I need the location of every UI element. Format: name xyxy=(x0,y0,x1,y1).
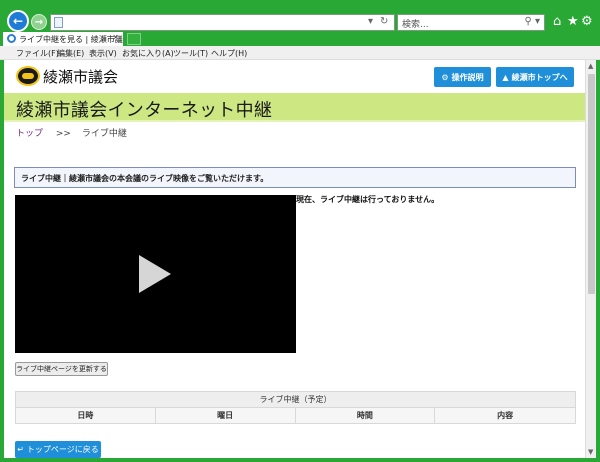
building-icon: ▲ xyxy=(502,72,509,82)
scroll-down-icon[interactable]: ▼ xyxy=(588,448,593,456)
tab-title: ライブ中継を見る | 綾瀬市議... xyxy=(19,35,123,44)
browser-tab[interactable]: ライブ中継を見る | 綾瀬市議... ✕ xyxy=(3,32,123,46)
menu-edit[interactable]: 編集(E) xyxy=(57,48,84,59)
play-icon[interactable] xyxy=(139,255,171,293)
search-placeholder: 検索... xyxy=(402,20,429,30)
live-notice-box: ライブ中継｜綾瀬市議会の本会議のライブ映像をご覧いただけます。 xyxy=(14,167,576,188)
menu-tools[interactable]: ツール(T) xyxy=(173,48,208,59)
scrollbar-thumb[interactable] xyxy=(588,74,595,294)
city-emblem-logo[interactable] xyxy=(16,66,40,86)
browser-window: ← → ▾ ↻ 検索... ⚲ ▾ ⌂ ★ ⚙ ライブ中継を見る | 綾瀬市議.… xyxy=(0,0,600,462)
column-header-weekday: 曜日 xyxy=(154,407,296,424)
scroll-up-icon[interactable]: ▲ xyxy=(588,62,593,70)
help-button-label: 操作説明 xyxy=(451,72,484,82)
page-icon xyxy=(54,17,63,28)
home-icon[interactable]: ⌂ xyxy=(553,15,561,29)
breadcrumb-separator: >> xyxy=(55,129,71,139)
breadcrumb-current: ライブ中継 xyxy=(81,129,127,139)
favorites-star-icon[interactable]: ★ xyxy=(567,15,579,29)
page-viewport: 綾瀬市議会 ⚙ 操作説明 ▲ 綾瀬市トップへ 綾瀬市議会インターネット中継 トッ… xyxy=(4,60,585,458)
return-arrow-icon: ↵ xyxy=(17,445,24,454)
refresh-page-button-label: ライブ中継ページを更新する xyxy=(16,365,107,373)
breadcrumb-home-link[interactable]: トップ xyxy=(16,129,43,139)
city-top-button[interactable]: ▲ 綾瀬市トップへ xyxy=(496,67,574,87)
schedule-table: ライブ中継（予定） 日時 曜日 時間 内容 xyxy=(15,391,576,424)
menu-bar: ファイル(F) 編集(E) 表示(V) お気に入り(A) ツール(T) ヘルプ(… xyxy=(0,46,600,60)
live-status-text: 現在、ライブ中継は行っておりません。 xyxy=(296,195,440,204)
forward-button[interactable]: → xyxy=(31,14,47,30)
page-title: 綾瀬市議会インターネット中継 xyxy=(16,100,273,121)
new-tab-button[interactable] xyxy=(127,33,141,45)
video-player[interactable] xyxy=(15,195,296,353)
refresh-icon[interactable]: ↻ xyxy=(380,16,388,27)
menu-favorites[interactable]: お気に入り(A) xyxy=(122,48,174,59)
refresh-page-button[interactable]: ライブ中継ページを更新する xyxy=(15,362,108,376)
gear-icon[interactable]: ⚙ xyxy=(581,15,593,29)
city-top-button-label: 綾瀬市トップへ xyxy=(511,72,568,82)
ie-icon xyxy=(7,34,16,43)
gear-icon: ⚙ xyxy=(441,72,449,82)
schedule-caption: ライブ中継（予定） xyxy=(15,391,576,408)
tab-row: ライブ中継を見る | 綾瀬市議... ✕ xyxy=(0,32,600,46)
close-tab-icon[interactable]: ✕ xyxy=(112,33,119,42)
search-icon[interactable]: ⚲ ▾ xyxy=(524,16,540,27)
help-button[interactable]: ⚙ 操作説明 xyxy=(434,67,491,87)
vertical-scrollbar[interactable]: ▲ ▼ xyxy=(585,60,596,458)
search-input[interactable]: 検索... ⚲ ▾ xyxy=(397,14,545,31)
site-header: 綾瀬市議会 ⚙ 操作説明 ▲ 綾瀬市トップへ xyxy=(4,60,585,93)
menu-view[interactable]: 表示(V) xyxy=(89,48,117,59)
column-header-datetime: 日時 xyxy=(15,407,156,424)
back-to-top-label: トップページに戻る xyxy=(26,445,99,454)
column-header-time: 時間 xyxy=(294,407,436,424)
back-button[interactable]: ← xyxy=(7,10,29,32)
menu-file[interactable]: ファイル(F) xyxy=(16,48,59,59)
column-header-content: 内容 xyxy=(434,407,576,424)
page-banner: 綾瀬市議会インターネット中継 xyxy=(4,93,585,122)
back-to-top-button[interactable]: ↵ トップページに戻る xyxy=(15,441,101,458)
menu-help[interactable]: ヘルプ(H) xyxy=(211,48,247,59)
dropdown-icon[interactable]: ▾ xyxy=(368,16,373,27)
site-name[interactable]: 綾瀬市議会 xyxy=(43,66,118,87)
live-notice-text: ライブ中継｜綾瀬市議会の本会議のライブ映像をご覧いただけます。 xyxy=(21,174,269,183)
address-bar[interactable]: ▾ ↻ xyxy=(50,14,395,31)
breadcrumb: トップ >> ライブ中継 xyxy=(16,126,127,139)
